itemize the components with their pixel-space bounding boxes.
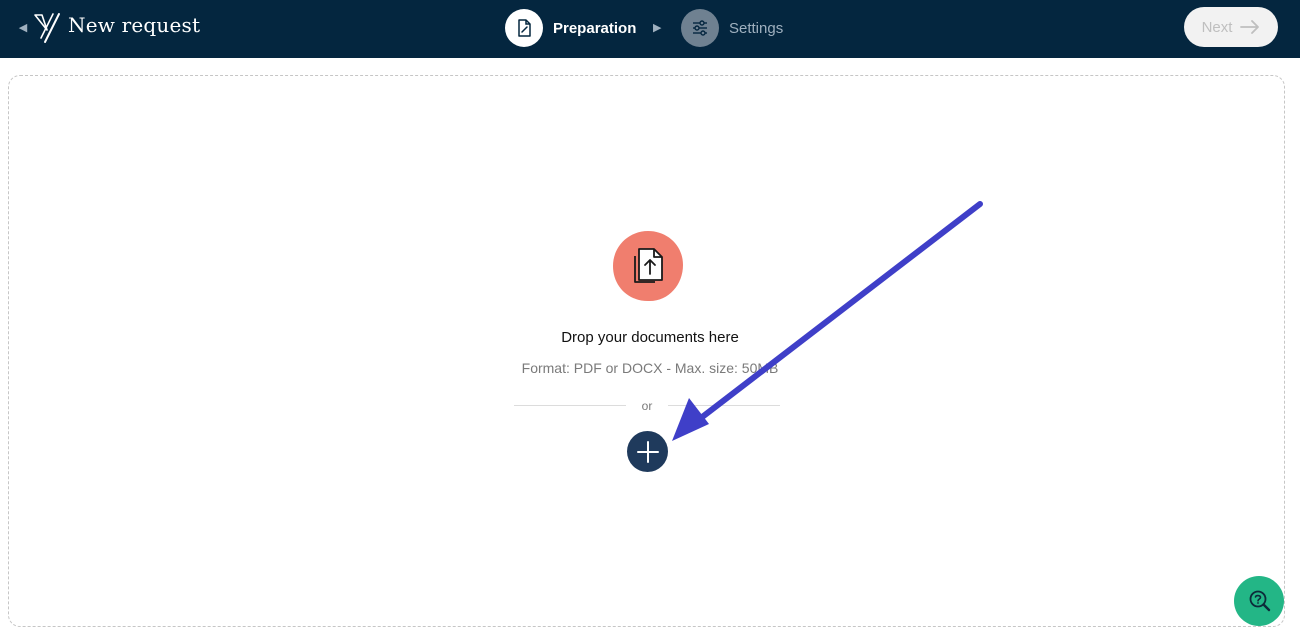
chevron-right-icon: ▶ [653,22,662,34]
add-document-button[interactable] [627,431,668,472]
divider [514,405,626,406]
step-label: Preparation [553,19,637,37]
logo-icon [34,13,60,43]
page-title: New request [68,13,201,37]
next-button[interactable]: Next [1184,7,1278,47]
document-dropzone[interactable] [8,75,1285,627]
plus-icon [636,440,659,463]
or-separator: or [641,399,653,413]
step-label: Settings [729,19,784,37]
back-chevron-icon[interactable]: ◀ [16,20,30,34]
step-preparation[interactable]: Preparation [505,8,636,48]
divider [668,405,780,406]
help-button[interactable] [1234,576,1284,626]
top-bar: ◀ New request Preparation ▶ Settings Nex… [0,0,1300,58]
format-hint: Format: PDF or DOCX - Max. size: 50MB [521,360,779,376]
sliders-icon [681,9,719,47]
arrow-right-icon [1240,20,1260,34]
next-label: Next [1201,18,1233,36]
upload-document-icon [613,231,683,302]
step-settings[interactable]: Settings [681,8,783,48]
help-search-icon [1249,590,1271,612]
dropzone-heading: Drop your documents here [561,329,739,346]
document-edit-icon [505,9,543,47]
